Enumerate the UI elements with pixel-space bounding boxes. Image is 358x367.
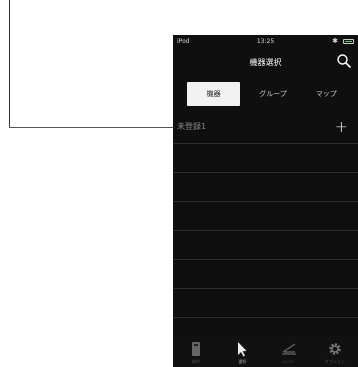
pointer-icon: [238, 342, 247, 357]
tab-scene[interactable]: シーン: [266, 335, 312, 367]
phone-screen: iPod 13:25 ✱ 機器選択 機器 グループ マップ 未登録1 + 操作 …: [173, 35, 358, 367]
remote-icon: [192, 342, 201, 356]
device-list: 未登録1 +: [173, 115, 358, 347]
list-item[interactable]: 未登録1 +: [173, 115, 358, 144]
search-icon[interactable]: [336, 53, 352, 69]
segment-groups[interactable]: グループ: [246, 81, 299, 107]
tab-label: オプション: [324, 359, 345, 364]
gear-icon: [329, 343, 341, 355]
segmented-control: 機器 グループ マップ: [181, 81, 353, 107]
scene-icon: [281, 343, 296, 355]
page-title: 機器選択: [249, 58, 282, 67]
battery-icon: [343, 39, 354, 44]
add-icon[interactable]: +: [335, 117, 348, 136]
device-name: 未登録1: [177, 122, 207, 131]
tab-select[interactable]: 選択: [219, 335, 265, 367]
tab-options[interactable]: オプション: [312, 335, 358, 367]
bluetooth-icon: ✱: [332, 37, 338, 45]
clock: 13:25: [256, 38, 275, 45]
segment-map[interactable]: マップ: [300, 81, 353, 107]
tab-label: シーン: [282, 359, 295, 364]
list-item: [173, 202, 358, 231]
tab-label: 選択: [238, 359, 247, 364]
nav-bar: 機器選択: [173, 48, 358, 75]
tab-bar: 操作 選択 シーン オプション: [173, 335, 358, 367]
list-item: [173, 260, 358, 289]
list-item: [173, 289, 358, 318]
tab-label: 操作: [192, 359, 201, 364]
segment-devices[interactable]: 機器: [187, 82, 241, 106]
callout-line-vertical: [9, 0, 10, 128]
list-item: [173, 144, 358, 173]
list-item: [173, 231, 358, 260]
list-item: [173, 173, 358, 202]
tab-operate[interactable]: 操作: [173, 335, 219, 367]
status-bar: iPod 13:25 ✱: [173, 35, 358, 48]
